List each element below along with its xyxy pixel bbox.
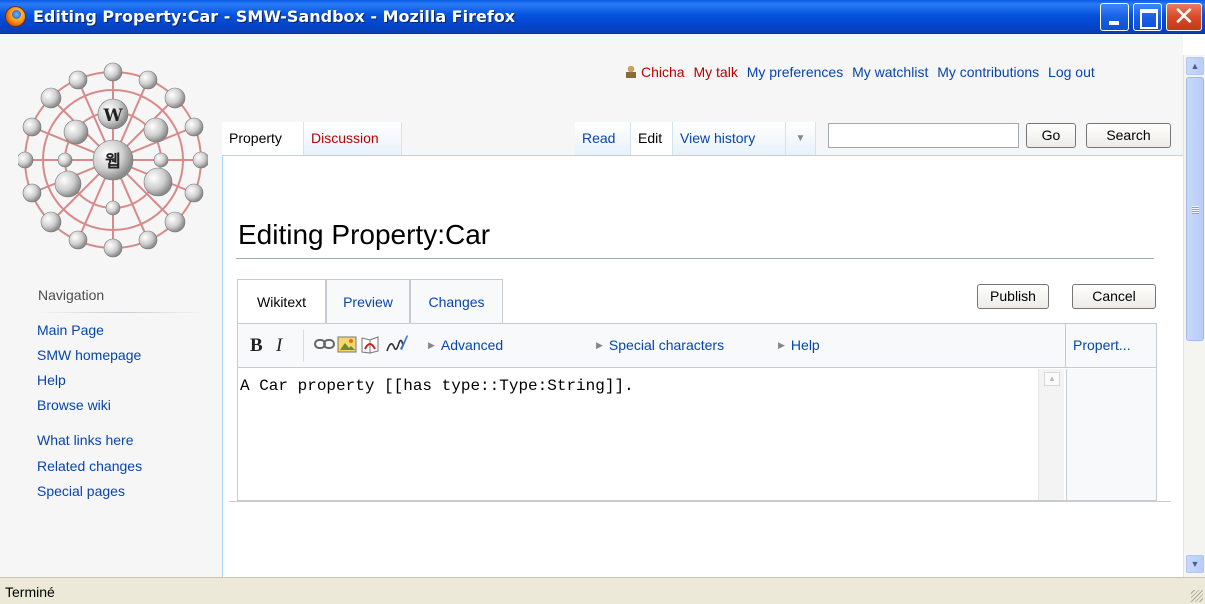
search-button[interactable]: Search — [1086, 123, 1171, 148]
help-menu[interactable]: ▶ Help — [778, 337, 820, 353]
textarea-content: A Car property [[has type::Type:String]]… — [240, 377, 634, 395]
tab-read[interactable]: Read — [575, 122, 631, 155]
italic-button[interactable]: I — [276, 335, 282, 357]
user-link[interactable]: Chicha — [641, 64, 685, 80]
svg-text:웹: 웹 — [105, 152, 121, 172]
navigation-heading: Navigation — [38, 287, 105, 303]
signature-icon[interactable] — [385, 333, 409, 355]
maximize-button[interactable] — [1133, 3, 1162, 31]
advanced-label: Advanced — [440, 337, 504, 353]
textarea-scrollbar[interactable]: ▲ — [1038, 369, 1064, 500]
property-panel-tab[interactable]: Propert... — [1073, 337, 1131, 353]
wikitext-editor: B I ▶ Advanced ▶ Special characters ▶ He… — [237, 323, 1157, 501]
minimize-button[interactable] — [1100, 3, 1129, 31]
status-bar: Terminé — [0, 577, 1205, 604]
help-label: Help — [790, 337, 820, 353]
editor-divider — [229, 501, 1171, 502]
editor-tab-preview[interactable]: Preview — [326, 279, 410, 323]
sidebar-item-smw-homepage[interactable]: SMW homepage — [37, 347, 141, 363]
scroll-up-icon[interactable]: ▲ — [1186, 57, 1204, 75]
scroll-up-icon[interactable]: ▲ — [1044, 372, 1060, 386]
triangle-right-icon: ▶ — [428, 340, 435, 350]
personal-tools: Chicha My talk My preferences My watchli… — [626, 64, 1100, 80]
tab-edit[interactable]: Edit — [631, 122, 673, 155]
triangle-right-icon: ▶ — [596, 340, 603, 350]
tab-discussion[interactable]: Discussion — [304, 122, 402, 155]
scroll-down-icon[interactable]: ▼ — [1186, 555, 1204, 573]
tab-property[interactable]: Property — [222, 122, 304, 155]
page-title: Editing Property:Car — [238, 219, 491, 250]
special-characters-menu[interactable]: ▶ Special characters — [596, 337, 724, 353]
wikitext-textarea[interactable]: A Car property [[has type::Type:String]]… — [238, 369, 1065, 500]
editor-toolbar: B I ▶ Advanced ▶ Special characters ▶ He… — [238, 324, 1156, 368]
navigation-divider — [36, 312, 206, 313]
firefox-icon — [5, 6, 26, 27]
resize-grip-icon[interactable] — [1191, 590, 1203, 602]
sidebar-item-main-page[interactable]: Main Page — [37, 322, 104, 338]
publish-button[interactable]: Publish — [977, 284, 1049, 309]
toolbar-separator — [1065, 324, 1066, 368]
cancel-button[interactable]: Cancel — [1072, 284, 1156, 309]
link-icon[interactable] — [314, 338, 335, 350]
sidebar-item-special-pages[interactable]: Special pages — [37, 483, 125, 499]
wiki-logo[interactable]: 웹 W — [18, 62, 208, 258]
my-preferences-link[interactable]: My preferences — [747, 64, 843, 80]
editor-tab-wikitext[interactable]: Wikitext — [237, 279, 326, 323]
toolbar-separator — [303, 330, 304, 362]
special-characters-label: Special characters — [608, 337, 725, 353]
triangle-right-icon: ▶ — [778, 340, 785, 350]
status-text: Terminé — [5, 584, 55, 600]
user-icon — [626, 66, 636, 78]
close-button[interactable]: ✕ — [1166, 2, 1202, 32]
heading-divider — [236, 258, 1154, 259]
editor-tab-changes[interactable]: Changes — [410, 279, 503, 323]
my-talk-link[interactable]: My talk — [693, 64, 737, 80]
my-watchlist-link[interactable]: My watchlist — [852, 64, 928, 80]
my-contributions-link[interactable]: My contributions — [937, 64, 1039, 80]
window-titlebar: Editing Property:Car - SMW-Sandbox - Moz… — [0, 0, 1205, 34]
page-scrollbar[interactable]: ▲ ▼ — [1183, 55, 1205, 577]
property-side-panel — [1066, 369, 1156, 500]
close-icon: ✕ — [1173, 2, 1195, 32]
bold-button[interactable]: B — [250, 335, 263, 357]
chevron-down-icon: ▼ — [795, 133, 806, 144]
grip-icon — [1192, 206, 1199, 214]
sidebar-item-what-links-here[interactable]: What links here — [37, 432, 133, 448]
sidebar-item-browse-wiki[interactable]: Browse wiki — [37, 397, 111, 413]
logout-link[interactable]: Log out — [1048, 64, 1095, 80]
image-icon[interactable] — [337, 336, 357, 353]
sidebar: Navigation Main Page SMW homepage Help B… — [0, 279, 222, 577]
sidebar-item-related-changes[interactable]: Related changes — [37, 458, 142, 474]
browser-content: 웹 W Chicha My talk My preferences My wat… — [0, 34, 1183, 577]
tab-view-history[interactable]: View history — [673, 122, 786, 155]
advanced-menu[interactable]: ▶ Advanced — [428, 337, 503, 353]
search-input[interactable] — [828, 123, 1019, 148]
scrollbar-thumb[interactable] — [1186, 77, 1204, 341]
window-title: Editing Property:Car - SMW-Sandbox - Moz… — [33, 7, 516, 26]
svg-text:W: W — [102, 106, 123, 126]
sidebar-item-help[interactable]: Help — [37, 372, 66, 388]
pdf-icon[interactable] — [360, 335, 382, 354]
more-menu-button[interactable]: ▼ — [786, 122, 816, 155]
go-button[interactable]: Go — [1026, 123, 1076, 148]
